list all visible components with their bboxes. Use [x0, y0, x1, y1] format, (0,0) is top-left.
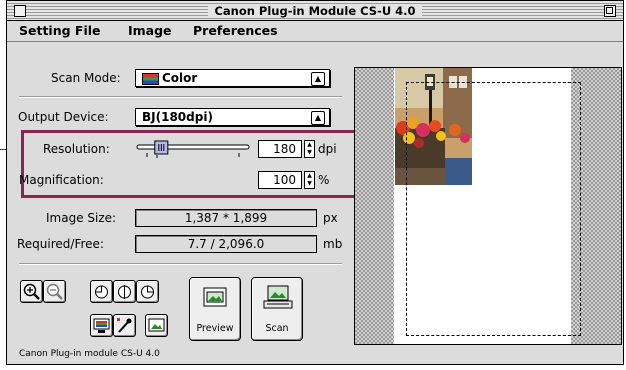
- plugin-window: Canon Plug-in Module CS-U 4.0 Setting Fi…: [6, 0, 624, 365]
- zoom-in-icon: [23, 283, 40, 300]
- zoom-in-button[interactable]: [20, 280, 43, 303]
- crop-selection-marquee[interactable]: [406, 82, 581, 336]
- image-size-readout: 1,387 * 1,899: [135, 209, 317, 227]
- title-bar[interactable]: Canon Plug-in Module CS-U 4.0: [7, 1, 623, 21]
- menu-preferences[interactable]: Preferences: [193, 23, 278, 38]
- preview-icon: [203, 287, 227, 307]
- scan-button[interactable]: Scan: [251, 277, 303, 341]
- image-size-unit: px: [323, 211, 338, 225]
- rotate-left-button[interactable]: [90, 280, 113, 303]
- zoom-out-button[interactable]: [43, 280, 66, 303]
- image-adjust-button[interactable]: [145, 314, 168, 337]
- rotate-right-button[interactable]: [136, 280, 159, 303]
- required-free-readout: 7.7 / 2,096.0: [135, 235, 317, 253]
- rotate-left-icon: [95, 285, 108, 299]
- eyedropper-button[interactable]: [113, 314, 136, 337]
- divider: [19, 263, 342, 265]
- required-free-label: Required/Free:: [17, 237, 104, 251]
- preview-pane[interactable]: [354, 67, 622, 345]
- resolution-slider[interactable]: [135, 140, 253, 160]
- zoom-out-icon: [46, 283, 63, 300]
- magnification-label: Magnification:: [19, 173, 104, 187]
- menu-bar: Setting File Image Preferences: [7, 21, 623, 42]
- resolution-label: Resolution:: [43, 142, 110, 156]
- resolution-unit: dpi: [318, 142, 337, 156]
- required-free-unit: mb: [323, 237, 343, 251]
- color-settings-button[interactable]: [90, 314, 113, 337]
- scan-mode-value: Color: [162, 71, 198, 85]
- output-device-value: BJ(180dpi): [142, 110, 213, 124]
- menu-setting-file[interactable]: Setting File: [19, 23, 101, 38]
- image-size-label: Image Size:: [46, 211, 117, 225]
- image-adjust-icon: [148, 318, 165, 332]
- resolution-field[interactable]: 180: [258, 140, 302, 158]
- flip-button[interactable]: [113, 280, 136, 303]
- preview-button[interactable]: Preview: [189, 277, 241, 341]
- magnification-stepper-icon[interactable]: ▲ ▼: [304, 171, 315, 189]
- popup-arrows-icon: ▲: [311, 111, 325, 125]
- popup-arrows-icon: ▲: [311, 72, 325, 86]
- scan-mode-label: Scan Mode:: [51, 71, 121, 85]
- color-swatch-icon: [142, 73, 159, 85]
- resolution-stepper-icon[interactable]: ▲ ▼: [304, 140, 315, 158]
- rotate-right-icon: [141, 285, 154, 299]
- scan-mode-popup[interactable]: Color ▲: [135, 69, 330, 87]
- menu-image[interactable]: Image: [128, 23, 172, 38]
- slider-track: [136, 140, 250, 158]
- divider: [19, 96, 342, 98]
- status-text: Canon Plug-in module CS-U 4.0: [19, 349, 160, 359]
- output-device-popup[interactable]: BJ(180dpi) ▲: [135, 108, 330, 126]
- color-settings-icon: [93, 318, 110, 333]
- slider-thumb[interactable]: [154, 140, 169, 155]
- magnification-unit: %: [318, 173, 330, 187]
- preview-label: Preview: [196, 323, 234, 334]
- zoom-box-icon[interactable]: [604, 5, 616, 17]
- scan-label: Scan: [265, 323, 289, 334]
- magnification-field[interactable]: 100: [258, 171, 302, 189]
- scan-icon: [263, 285, 293, 309]
- output-device-label: Output Device:: [18, 110, 109, 124]
- flip-icon: [118, 285, 131, 299]
- window-title: Canon Plug-in Module CS-U 4.0: [7, 4, 623, 18]
- eyedropper-icon: [117, 318, 132, 333]
